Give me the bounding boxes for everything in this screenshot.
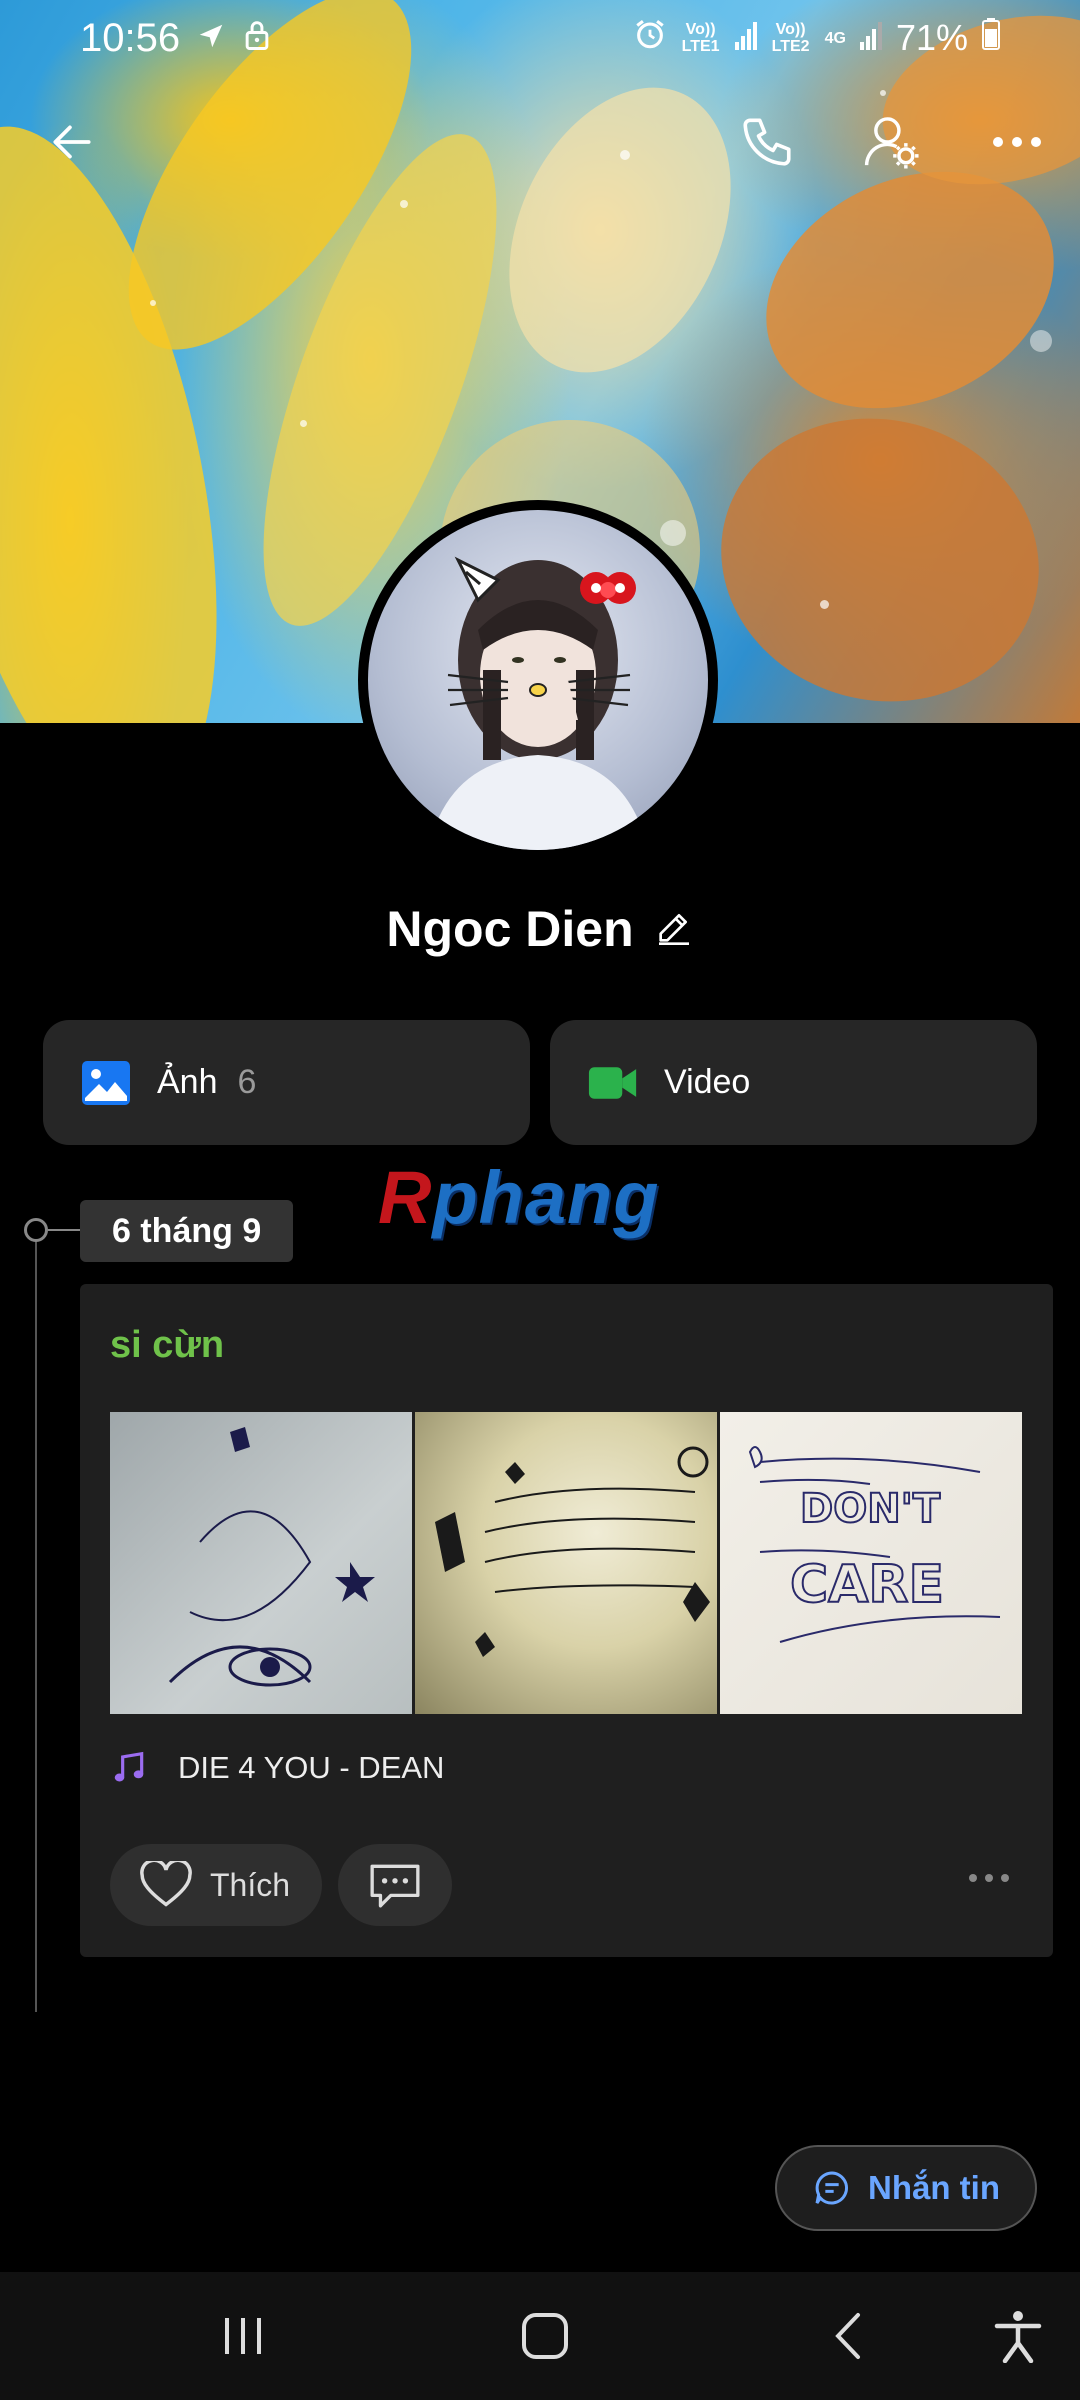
- signal2-icon: [859, 17, 882, 59]
- volte2-label: Vo)) LTE2: [771, 21, 810, 55]
- recent-apps-button[interactable]: [213, 2306, 273, 2366]
- more-dots-icon: [969, 1874, 977, 1882]
- music-note-icon: [114, 1751, 144, 1782]
- accessibility-button[interactable]: [988, 2306, 1048, 2366]
- post-card[interactable]: si cừn DON'T CARE DIE 4 YOU - DEAN Thích: [80, 1284, 1053, 1957]
- svg-text:CARE: CARE: [790, 1555, 944, 1615]
- lock-icon: [242, 16, 272, 61]
- post-music[interactable]: DIE 4 YOU - DEAN: [110, 1749, 444, 1787]
- phone-icon: [743, 118, 791, 166]
- back-button[interactable]: [30, 100, 114, 184]
- like-label: Thích: [210, 1866, 291, 1903]
- alarm-icon: [633, 17, 667, 60]
- post-photo[interactable]: [110, 1412, 412, 1714]
- post-more-button[interactable]: [969, 1874, 1009, 1882]
- home-button[interactable]: [515, 2306, 575, 2366]
- user-settings-icon: [864, 117, 919, 169]
- svg-text:DON'T: DON'T: [800, 1486, 941, 1532]
- music-title: DIE 4 YOU - DEAN: [178, 1750, 445, 1785]
- location-icon: [196, 16, 226, 61]
- post-text: si cừn: [110, 1324, 225, 1366]
- profile-name: Ngoc Dien: [386, 901, 634, 957]
- timeline-dot: [24, 1218, 48, 1242]
- chat-bubble-icon: [815, 2171, 848, 2205]
- signal-icon: [734, 17, 757, 59]
- video-tile[interactable]: Video: [550, 1020, 1037, 1145]
- network-label: 4G: [824, 29, 846, 47]
- profile-name-row: Ngoc Dien: [0, 900, 1080, 958]
- more-options-button[interactable]: [975, 100, 1059, 184]
- home-icon: [522, 2313, 568, 2359]
- system-back-button[interactable]: [818, 2306, 878, 2366]
- photos-tile[interactable]: Ảnh 6: [43, 1020, 530, 1145]
- like-button[interactable]: Thích: [110, 1844, 322, 1926]
- post-photo[interactable]: [415, 1412, 717, 1714]
- battery-icon: [982, 17, 1000, 59]
- photos-label: Ảnh: [157, 1063, 218, 1101]
- timeline-connector: [48, 1229, 80, 1231]
- post-photos: DON'T CARE: [110, 1412, 1022, 1714]
- edit-name-button[interactable]: [654, 907, 694, 952]
- status-time: 10:56: [80, 15, 181, 60]
- send-message-button[interactable]: Nhắn tin: [775, 2145, 1037, 2231]
- photos-count: 6: [237, 1063, 257, 1101]
- battery-percent: 71%: [895, 17, 968, 58]
- heart-icon: [140, 1861, 192, 1907]
- status-bar: 10:56 Vo)) LTE1 Vo)) LTE2 4G 71%: [0, 0, 1080, 76]
- post-photo[interactable]: DON'T CARE: [720, 1412, 1022, 1714]
- chevron-left-icon: [835, 2313, 860, 2359]
- profile-avatar[interactable]: [358, 500, 718, 860]
- top-action-bar: [0, 100, 1080, 184]
- watermark-logo: Rphang: [378, 1156, 660, 1239]
- video-camera-icon: [588, 1066, 637, 1099]
- system-nav-bar: [0, 2272, 1080, 2400]
- profile-settings-button[interactable]: [850, 100, 934, 184]
- arrow-left-icon: [53, 125, 91, 159]
- timeline-date: 6 tháng 9: [80, 1200, 294, 1262]
- pencil-icon: [658, 913, 689, 945]
- send-message-label: Nhắn tin: [868, 2169, 1000, 2206]
- timeline-line: [35, 1230, 37, 2012]
- image-icon: [82, 1060, 130, 1105]
- avatar-photo: [428, 556, 648, 850]
- comment-button[interactable]: [338, 1844, 452, 1926]
- more-dots-icon: [993, 137, 1041, 147]
- call-button[interactable]: [725, 100, 809, 184]
- volte1-label: Vo)) LTE1: [681, 21, 720, 55]
- recent-apps-icon: [225, 2318, 261, 2354]
- comment-icon: [370, 1864, 420, 1908]
- accessibility-icon: [994, 2311, 1042, 2363]
- video-label: Video: [664, 1063, 751, 1101]
